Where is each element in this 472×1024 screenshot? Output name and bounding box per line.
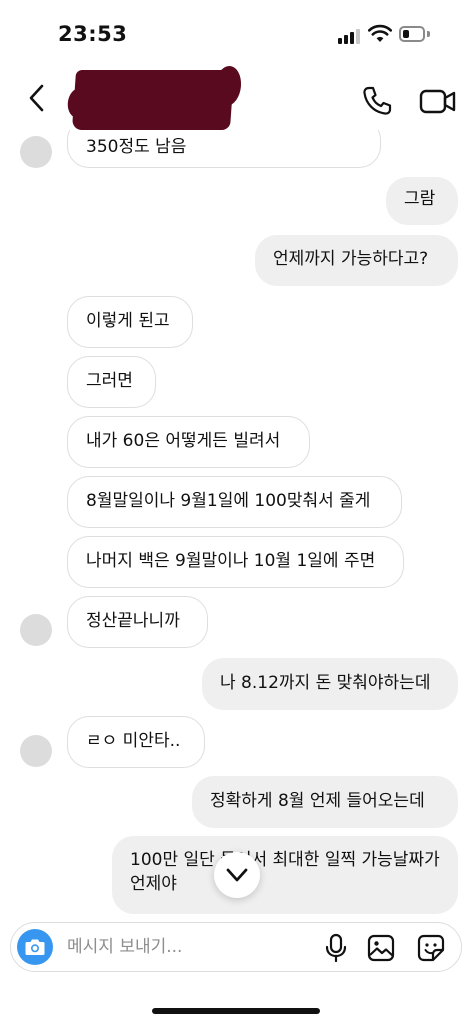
message-bubble-out[interactable]: 100만 일단 들어서 최대한 일찍 가능날짜가 언제야 <box>112 836 458 914</box>
message-bubble-in[interactable]: 내가 60은 어떻게든 빌려서 <box>67 416 310 468</box>
message-bubble-in[interactable]: ㄹㅇ 미안타.. <box>67 716 205 768</box>
sender-avatar[interactable] <box>20 136 52 168</box>
message-bubble-in[interactable]: 350정도 남음 <box>67 130 381 168</box>
voice-message-button[interactable] <box>323 933 349 963</box>
back-button[interactable] <box>22 82 54 114</box>
scroll-to-bottom-button[interactable] <box>214 852 260 898</box>
message-composer <box>10 922 462 972</box>
battery-cap <box>427 31 430 37</box>
message-input[interactable] <box>67 933 307 961</box>
call-button[interactable] <box>360 84 394 118</box>
message-thread[interactable]: 350정도 남음 그람 언제까지 가능하다고? 이렇게 된고 그러면 내가 60… <box>0 130 472 920</box>
message-bubble-in[interactable]: 정산끝나니까 <box>67 596 208 648</box>
message-bubble-in[interactable]: 나머지 백은 9월말이나 10월 1일에 주면 <box>67 536 404 588</box>
camera-icon <box>25 939 45 955</box>
battery-level <box>403 30 409 38</box>
chevron-left-icon <box>29 84 44 112</box>
wifi-icon <box>368 24 392 42</box>
chevron-down-icon <box>226 868 248 882</box>
sticker-icon <box>417 934 445 962</box>
cellular-signal-icon <box>338 28 362 44</box>
chat-header <box>0 64 472 130</box>
microphone-icon <box>325 933 347 963</box>
battery-icon <box>399 26 425 42</box>
video-camera-icon <box>419 89 456 114</box>
message-bubble-in[interactable]: 그러면 <box>67 356 156 408</box>
image-icon <box>367 934 395 962</box>
message-bubble-in[interactable]: 이렇게 된고 <box>67 296 193 348</box>
message-bubble-out[interactable]: 언제까지 가능하다고? <box>255 235 458 286</box>
sender-avatar[interactable] <box>20 614 52 646</box>
status-time: 23:53 <box>58 22 128 46</box>
sticker-button[interactable] <box>416 933 446 963</box>
message-bubble-in[interactable]: 8월말일이나 9월1일에 100맞춰서 줄게 <box>67 476 402 528</box>
message-bubble-out[interactable]: 정확하게 8월 언제 들어오는데 <box>192 776 458 828</box>
message-bubble-out[interactable]: 그람 <box>386 177 458 225</box>
sender-avatar[interactable] <box>20 735 52 767</box>
phone-icon <box>363 86 392 115</box>
home-indicator <box>152 1008 320 1014</box>
message-bubble-out[interactable]: 나 8.12까지 돈 맞춰야하는데 <box>202 658 458 710</box>
gallery-button[interactable] <box>367 934 395 962</box>
redacted-contact-name[interactable] <box>66 66 243 130</box>
status-bar: 23:53 <box>0 0 472 64</box>
video-call-button[interactable] <box>418 84 458 118</box>
dm-screen: 23:53 350정도 남음 그람 언제까지 가능하다고? 이렇게 된고 그러면… <box>0 0 472 1024</box>
camera-button[interactable] <box>17 929 53 965</box>
